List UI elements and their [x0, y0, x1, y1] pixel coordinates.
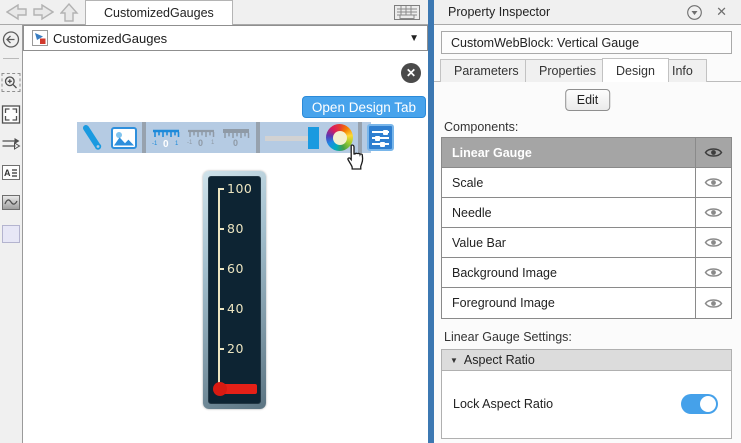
top-toolbar: CustomizedGauges: [0, 0, 432, 25]
model-canvas-column: CustomizedGauges ▼ ✕ Open Design Tab 0 -1…: [23, 25, 428, 443]
chevron-down-icon[interactable]: ▼: [409, 33, 419, 44]
panel-title: Property Inspector: [448, 5, 551, 19]
nav-up-icon[interactable]: [60, 3, 79, 22]
section-collapse-caret-icon: ▼: [450, 355, 458, 365]
component-row-linear-gauge[interactable]: Linear Gauge: [442, 138, 731, 168]
svg-text:A: A: [4, 168, 11, 178]
component-row-value-bar[interactable]: Value Bar: [442, 228, 731, 258]
toolbar-divider: [256, 122, 260, 153]
aspect-ratio-section-label: Aspect Ratio: [463, 353, 535, 367]
visibility-eye-icon[interactable]: [695, 198, 731, 227]
value-bar-tool-icon[interactable]: [265, 126, 321, 150]
color-wheel-icon[interactable]: [326, 124, 353, 151]
svg-text:-1: -1: [187, 140, 193, 146]
panel-menu-icon[interactable]: [687, 4, 702, 20]
components-table: Linear Gauge Scale Needle Value Bar Back…: [441, 137, 732, 319]
block-identity-label: CustomWebBlock: Vertical Gauge: [451, 35, 640, 50]
image-annotation-icon[interactable]: [2, 195, 20, 210]
panel-close-icon[interactable]: ✕: [716, 4, 727, 20]
component-row-scale[interactable]: Scale: [442, 168, 731, 198]
annotation-icon[interactable]: A: [2, 165, 20, 180]
property-inspector-panel: Property Inspector ✕ CustomWebBlock: Ver…: [434, 0, 741, 443]
rail-divider: [3, 58, 19, 59]
palette-sidebar: A: [0, 25, 23, 443]
scale-tool-3-icon[interactable]: 0: [221, 126, 251, 150]
component-row-needle[interactable]: Needle: [442, 198, 731, 228]
vertical-gauge[interactable]: 100 80 60 40 20: [203, 171, 266, 409]
close-icon[interactable]: ✕: [401, 63, 421, 83]
component-row-foreground-image[interactable]: Foreground Image: [442, 288, 731, 318]
image-tool-icon[interactable]: [111, 126, 137, 149]
open-design-tab-tooltip[interactable]: Open Design Tab: [301, 96, 426, 118]
breadcrumb-label: CustomizedGauges: [53, 30, 168, 46]
scale-tool-2-icon[interactable]: 0 -1 1: [186, 126, 216, 150]
needle-tool-icon[interactable]: [82, 124, 106, 151]
property-inspector-header: Property Inspector ✕: [434, 0, 741, 25]
component-row-background-image[interactable]: Background Image: [442, 258, 731, 288]
aspect-ratio-section-header[interactable]: ▼ Aspect Ratio: [441, 349, 732, 371]
signal-lines-icon[interactable]: [2, 137, 21, 151]
keyboard-icon[interactable]: [394, 5, 420, 20]
lock-aspect-ratio-label: Lock Aspect Ratio: [453, 397, 554, 411]
simulink-model-icon: [32, 30, 48, 46]
svg-text:1: 1: [211, 140, 215, 146]
nav-forward-icon[interactable]: [33, 4, 54, 21]
svg-text:0: 0: [163, 139, 169, 150]
svg-text:0: 0: [233, 138, 238, 148]
tab-properties[interactable]: Properties: [525, 59, 610, 82]
gauge-needle: [213, 382, 257, 396]
components-label: Components:: [444, 120, 519, 134]
linear-gauge-settings-label: Linear Gauge Settings:: [444, 330, 572, 344]
nav-back-icon[interactable]: [6, 4, 27, 21]
zoom-region-icon[interactable]: [1, 73, 21, 92]
inspector-tabs: Parameters Properties Design Info: [434, 58, 741, 82]
gauge-scale: 100 80 60 40 20: [218, 181, 252, 388]
svg-text:-1: -1: [152, 141, 158, 147]
model-canvas[interactable]: ✕ Open Design Tab 0 -1 1 0 -1 1 0 100 80…: [23, 51, 428, 443]
tab-design[interactable]: Design: [602, 58, 669, 82]
svg-text:0: 0: [198, 138, 203, 148]
toggle-knob: [700, 396, 716, 412]
toolbar-divider: [358, 122, 362, 153]
visibility-eye-icon[interactable]: [695, 228, 731, 257]
visibility-eye-icon[interactable]: [695, 258, 731, 287]
edit-button[interactable]: Edit: [564, 89, 611, 111]
gauge-face: 100 80 60 40 20: [208, 176, 261, 404]
visibility-eye-icon[interactable]: [695, 168, 731, 197]
fit-to-view-icon[interactable]: [1, 105, 21, 124]
block-identity: CustomWebBlock: Vertical Gauge: [441, 31, 732, 54]
hide-browser-icon[interactable]: [2, 31, 20, 48]
lock-aspect-ratio-row: Lock Aspect Ratio: [441, 371, 732, 439]
gauge-design-toolbar: 0 -1 1 0 -1 1 0: [77, 122, 394, 153]
design-settings-icon[interactable]: [367, 124, 394, 151]
svg-text:1: 1: [175, 141, 179, 147]
document-tab[interactable]: CustomizedGauges: [85, 0, 233, 25]
area-box-icon[interactable]: [2, 225, 20, 243]
visibility-eye-icon[interactable]: [695, 138, 731, 167]
visibility-eye-icon[interactable]: [695, 288, 731, 318]
breadcrumb[interactable]: CustomizedGauges ▼: [23, 25, 428, 51]
lock-aspect-ratio-toggle[interactable]: [681, 394, 718, 414]
toolbar-divider: [142, 122, 146, 153]
scale-tool-active-icon[interactable]: 0 -1 1: [151, 126, 181, 150]
document-tab-label: CustomizedGauges: [104, 6, 214, 20]
tab-parameters[interactable]: Parameters: [440, 59, 533, 82]
